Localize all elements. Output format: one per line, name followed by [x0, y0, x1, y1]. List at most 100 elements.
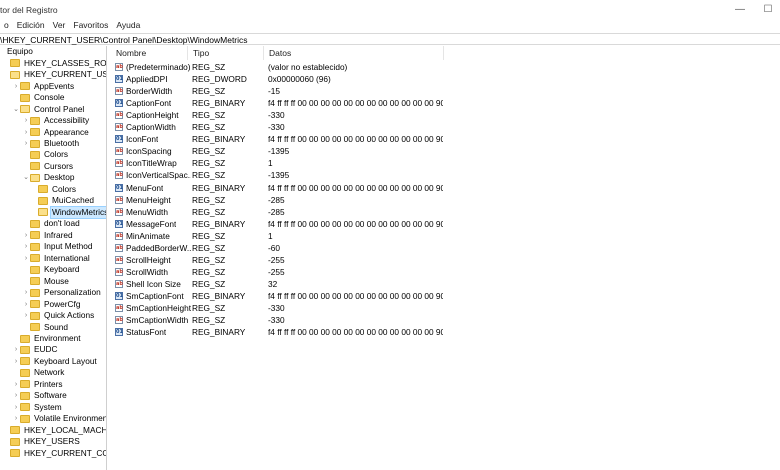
column-header-type[interactable]: Tipo — [188, 46, 264, 60]
tree-item[interactable]: MuiCached — [30, 195, 95, 207]
tree-item[interactable]: › Input Method — [22, 241, 93, 253]
tree-item[interactable]: Equipo — [0, 46, 34, 58]
value-row[interactable]: 01 IconFont REG_BINARY f4 ff ff ff 00 00 00… — [111, 133, 780, 145]
chevron-right-icon[interactable]: › — [22, 230, 30, 241]
tree-item[interactable]: › Printers — [12, 379, 64, 391]
values-list[interactable]: Nombre Tipo Datos ab (Predeterminado) REG_… — [111, 46, 780, 470]
value-row[interactable]: ab Shell Icon Size REG_SZ 32 — [111, 278, 780, 290]
value-row[interactable]: ab BorderWidth REG_SZ -15 — [111, 85, 780, 97]
tree-item[interactable]: › Software — [12, 390, 68, 402]
value-row[interactable]: ab IconVerticalSpac... REG_SZ -1395 — [111, 169, 780, 181]
value-row[interactable]: ab CaptionWidth REG_SZ -330 — [111, 121, 780, 133]
menu-favoritos[interactable]: Favoritos — [69, 19, 112, 32]
tree-item[interactable]: HKEY_CURRENT_USER — [2, 69, 106, 81]
chevron-right-icon[interactable]: › — [22, 138, 30, 149]
chevron-right-icon[interactable]: › — [12, 390, 20, 401]
value-row[interactable]: ab CaptionHeight REG_SZ -330 — [111, 109, 780, 121]
tree-item[interactable]: › Accessibility — [22, 115, 90, 127]
address-path[interactable]: \HKEY_CURRENT_USER\Control Panel\Desktop… — [0, 35, 248, 45]
tree-item[interactable]: › Keyboard Layout — [12, 356, 98, 368]
tree-item[interactable]: ⌄ Control Panel — [12, 103, 85, 115]
tree-item[interactable]: ⌄ Desktop — [22, 172, 75, 184]
tree-item[interactable]: › Infrared — [22, 230, 74, 242]
tree-item-label: Console — [34, 92, 65, 103]
value-row[interactable]: 01 SmCaptionFont REG_BINARY f4 ff ff ff 00 … — [111, 290, 780, 302]
value-row[interactable]: ab MinAnimate REG_SZ 1 — [111, 230, 780, 242]
binary-value-icon: 01 — [115, 135, 123, 144]
value-row[interactable]: 01 MenuFont REG_BINARY f4 ff ff ff 00 00 00… — [111, 182, 780, 194]
tree-item[interactable]: Colors — [22, 149, 69, 161]
value-row[interactable]: ab ScrollWidth REG_SZ -255 — [111, 266, 780, 278]
tree-item[interactable]: HKEY_LOCAL_MACHINE — [2, 425, 106, 437]
binary-value-icon: 01 — [115, 75, 123, 84]
chevron-down-icon[interactable]: ⌄ — [12, 104, 20, 115]
menu-ver[interactable]: Ver — [49, 19, 70, 32]
chevron-right-icon[interactable]: › — [12, 344, 20, 355]
chevron-right-icon[interactable]: › — [12, 413, 20, 424]
chevron-right-icon[interactable]: › — [12, 81, 20, 92]
folder-icon — [10, 426, 20, 435]
tree-item[interactable]: › International — [22, 252, 91, 264]
column-header-name[interactable]: Nombre — [111, 46, 188, 60]
chevron-right-icon[interactable]: › — [22, 310, 30, 321]
column-header-data[interactable]: Datos — [264, 46, 444, 60]
tree-item[interactable]: › Quick Actions — [22, 310, 95, 322]
tree-item[interactable]: › PowerCfg — [22, 298, 81, 310]
chevron-right-icon[interactable]: › — [12, 356, 20, 367]
menu-archivo[interactable]: o — [0, 19, 13, 32]
value-name: SmCaptionWidth — [126, 315, 189, 326]
tree-item[interactable]: WindowMetrics — [30, 205, 106, 219]
value-row[interactable]: ab MenuHeight REG_SZ -285 — [111, 194, 780, 206]
folder-icon — [20, 391, 30, 400]
chevron-right-icon[interactable]: › — [22, 253, 30, 264]
tree-item[interactable]: Keyboard — [22, 264, 81, 276]
address-bar[interactable]: \HKEY_CURRENT_USER\Control Panel\Desktop… — [0, 33, 780, 45]
tree-item[interactable]: Environment — [12, 333, 82, 345]
tree-item[interactable]: › EUDC — [12, 344, 59, 356]
value-row[interactable]: ab IconTitleWrap REG_SZ 1 — [111, 157, 780, 169]
tree-item-label: HKEY_USERS — [24, 436, 80, 447]
value-row[interactable]: 01 AppliedDPI REG_DWORD 0x00000060 (96) — [111, 73, 780, 85]
menu-edicion[interactable]: Edición — [13, 19, 49, 32]
chevron-right-icon[interactable]: › — [12, 379, 20, 390]
tree-item[interactable]: Mouse — [22, 275, 70, 287]
tree-item[interactable]: › Personalization — [22, 287, 102, 299]
chevron-right-icon[interactable]: › — [22, 115, 30, 126]
value-row[interactable]: 01 MessageFont REG_BINARY f4 ff ff ff 00 00… — [111, 218, 780, 230]
value-row[interactable]: 01 StatusFont REG_BINARY f4 ff ff ff 00 00 … — [111, 326, 780, 338]
chevron-right-icon[interactable]: › — [22, 287, 30, 298]
tree-item[interactable]: › Volatile Environment — [12, 413, 106, 425]
value-row[interactable]: 01 CaptionFont REG_BINARY f4 ff ff ff 00 00… — [111, 97, 780, 109]
value-row[interactable]: ab ScrollHeight REG_SZ -255 — [111, 254, 780, 266]
value-row[interactable]: ab SmCaptionWidth REG_SZ -330 — [111, 314, 780, 326]
tree-item[interactable]: Colors — [30, 184, 77, 196]
value-data: f4 ff ff ff 00 00 00 00 00 00 00 00 00 0… — [268, 98, 443, 109]
maximize-button[interactable]: ☐ — [754, 0, 780, 19]
chevron-down-icon[interactable]: ⌄ — [22, 172, 30, 183]
tree-item[interactable]: Console — [12, 92, 65, 104]
value-row[interactable]: ab IconSpacing REG_SZ -1395 — [111, 145, 780, 157]
value-row[interactable]: ab (Predeterminado) REG_SZ (valor no establ… — [111, 61, 780, 73]
tree-item[interactable]: › Appearance — [22, 126, 90, 138]
tree-item[interactable]: › Bluetooth — [22, 138, 80, 150]
tree-item[interactable]: › System — [12, 402, 63, 414]
value-row[interactable]: ab MenuWidth REG_SZ -285 — [111, 206, 780, 218]
chevron-right-icon[interactable]: › — [22, 127, 30, 138]
tree-item[interactable]: Cursors — [22, 161, 74, 173]
chevron-right-icon[interactable]: › — [22, 241, 30, 252]
chevron-right-icon[interactable]: › — [12, 402, 20, 413]
chevron-right-icon[interactable]: › — [22, 299, 30, 310]
value-row[interactable]: ab PaddedBorderW... REG_SZ -60 — [111, 242, 780, 254]
tree-item[interactable]: Network — [12, 367, 65, 379]
tree-item[interactable]: Sound — [22, 321, 69, 333]
tree-item[interactable]: HKEY_CLASSES_ROOT — [2, 57, 106, 69]
tree-item[interactable]: › AppEvents — [12, 80, 75, 92]
folder-icon — [30, 277, 40, 286]
key-tree[interactable]: EquipoHKEY_CLASSES_ROOTHKEY_CURRENT_USER… — [0, 46, 107, 470]
minimize-button[interactable]: — — [726, 0, 754, 19]
tree-item[interactable]: don't load — [22, 218, 81, 230]
tree-item[interactable]: HKEY_USERS — [2, 436, 81, 448]
tree-item[interactable]: HKEY_CURRENT_CONFIG — [2, 447, 106, 459]
value-row[interactable]: ab SmCaptionHeight REG_SZ -330 — [111, 302, 780, 314]
menu-ayuda[interactable]: Ayuda — [112, 19, 144, 32]
